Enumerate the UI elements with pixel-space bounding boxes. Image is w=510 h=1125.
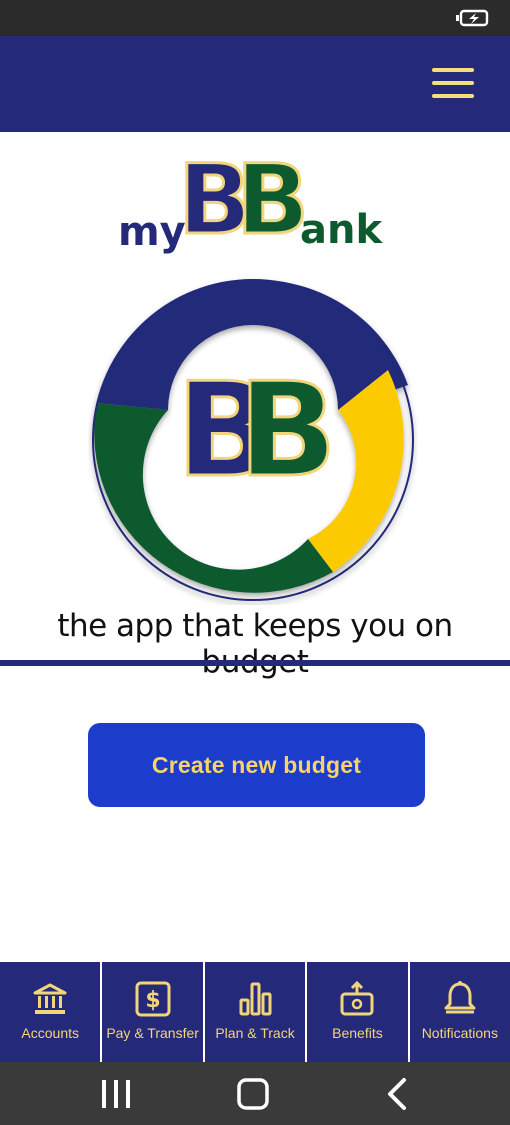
mybbank-logo: my B B ank: [110, 143, 400, 263]
nav-label: Benefits: [332, 1025, 383, 1041]
bottom-nav: Accounts $ Pay & Transfer Plan & Track B…: [0, 962, 510, 1062]
svg-text:B: B: [178, 144, 245, 256]
nav-label: Plan & Track: [215, 1025, 295, 1041]
nav-notifications[interactable]: Notifications: [410, 962, 510, 1062]
divider: [0, 660, 510, 666]
status-bar: [0, 0, 510, 36]
bank-icon: [33, 983, 67, 1014]
gift-upload-icon: [340, 980, 374, 1016]
svg-text:B: B: [238, 354, 337, 506]
budget-ring-icon: B B: [92, 279, 414, 601]
ring-logo: B B: [88, 275, 418, 605]
svg-text:B: B: [236, 144, 309, 256]
bell-icon: [444, 981, 476, 1014]
back-icon[interactable]: [378, 1074, 418, 1114]
tagline: the app that keeps you on budget: [57, 608, 453, 680]
nav-plan-track[interactable]: Plan & Track: [205, 962, 308, 1062]
nav-accounts[interactable]: Accounts: [0, 962, 103, 1062]
logo-wordmark: my B B ank: [118, 143, 383, 258]
hamburger-menu-icon[interactable]: [432, 66, 476, 100]
recents-icon[interactable]: [96, 1074, 136, 1114]
create-budget-button[interactable]: Create new budget: [88, 723, 425, 807]
nav-benefits[interactable]: Benefits: [307, 962, 410, 1062]
svg-text:$: $: [145, 988, 160, 1013]
nav-label: Notifications: [421, 1025, 498, 1041]
svg-text:ank: ank: [300, 207, 383, 253]
battery-charging-icon: [456, 9, 489, 27]
system-nav-bar: [0, 1062, 510, 1125]
bar-chart-icon: [239, 982, 272, 1016]
nav-label: Pay & Transfer: [106, 1025, 199, 1041]
svg-text:my: my: [118, 209, 186, 255]
home-icon[interactable]: [233, 1074, 273, 1114]
app-header: [0, 36, 510, 132]
nav-pay-transfer[interactable]: $ Pay & Transfer: [102, 962, 205, 1062]
nav-label: Accounts: [21, 1025, 79, 1041]
money-transfer-icon: $: [135, 981, 171, 1017]
